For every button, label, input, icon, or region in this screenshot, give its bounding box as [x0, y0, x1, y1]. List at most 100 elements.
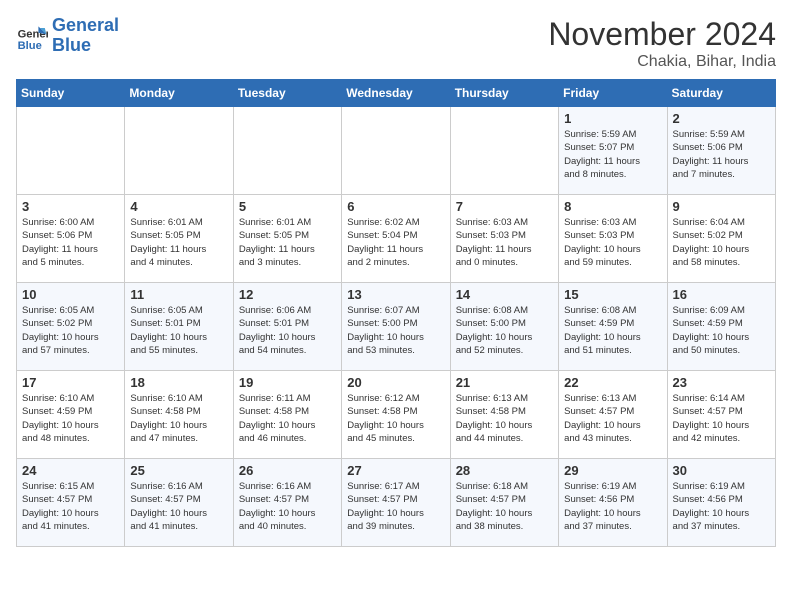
day-info: Sunrise: 6:14 AM Sunset: 4:57 PM Dayligh… [673, 392, 770, 445]
day-number: 5 [239, 199, 336, 214]
day-info: Sunrise: 5:59 AM Sunset: 5:06 PM Dayligh… [673, 128, 770, 181]
day-number: 18 [130, 375, 227, 390]
day-number: 8 [564, 199, 661, 214]
day-info: Sunrise: 6:07 AM Sunset: 5:00 PM Dayligh… [347, 304, 444, 357]
day-number: 12 [239, 287, 336, 302]
day-number: 11 [130, 287, 227, 302]
calendar-week-row: 1 Sunrise: 5:59 AM Sunset: 5:07 PM Daylig… [17, 107, 776, 195]
calendar-cell: 20 Sunrise: 6:12 AM Sunset: 4:58 PM Dayli… [342, 371, 450, 459]
calendar-cell [342, 107, 450, 195]
day-number: 29 [564, 463, 661, 478]
calendar-week-row: 10 Sunrise: 6:05 AM Sunset: 5:02 PM Dayli… [17, 283, 776, 371]
svg-text:Blue: Blue [18, 40, 42, 52]
logo-text-line2: Blue [52, 36, 119, 56]
calendar-cell: 30 Sunrise: 6:19 AM Sunset: 4:56 PM Dayli… [667, 459, 775, 547]
calendar-cell: 11 Sunrise: 6:05 AM Sunset: 5:01 PM Dayli… [125, 283, 233, 371]
calendar-cell: 18Sunrise: 6:10 AM Sunset: 4:58 PM Dayli… [125, 371, 233, 459]
calendar-cell: 10 Sunrise: 6:05 AM Sunset: 5:02 PM Dayli… [17, 283, 125, 371]
logo-text-line1: General [52, 16, 119, 36]
calendar-cell [17, 107, 125, 195]
logo: General Blue General Blue [16, 16, 119, 56]
day-info: Sunrise: 6:01 AM Sunset: 5:05 PM Dayligh… [239, 216, 336, 269]
calendar-cell [233, 107, 341, 195]
calendar-cell: 7 Sunrise: 6:03 AM Sunset: 5:03 PM Daylig… [450, 195, 558, 283]
day-number: 22 [564, 375, 661, 390]
day-number: 25 [130, 463, 227, 478]
day-number: 2 [673, 111, 770, 126]
page-header: General Blue General Blue November 2024 … [16, 16, 776, 71]
day-info: Sunrise: 6:17 AM Sunset: 4:57 PM Dayligh… [347, 480, 444, 533]
calendar-cell [125, 107, 233, 195]
day-number: 6 [347, 199, 444, 214]
day-info: Sunrise: 6:01 AM Sunset: 5:05 PM Dayligh… [130, 216, 227, 269]
calendar-cell: 19Sunrise: 6:11 AM Sunset: 4:58 PM Dayli… [233, 371, 341, 459]
day-info: Sunrise: 5:59 AM Sunset: 5:07 PM Dayligh… [564, 128, 661, 181]
day-number: 23 [673, 375, 770, 390]
calendar-cell: 3 Sunrise: 6:00 AM Sunset: 5:06 PM Daylig… [17, 195, 125, 283]
day-number: 15 [564, 287, 661, 302]
day-number: 27 [347, 463, 444, 478]
day-number: 4 [130, 199, 227, 214]
day-info: Sunrise: 6:10 AM Sunset: 4:59 PM Dayligh… [22, 392, 119, 445]
calendar-week-row: 24Sunrise: 6:15 AM Sunset: 4:57 PM Dayli… [17, 459, 776, 547]
day-number: 17 [22, 375, 119, 390]
calendar-cell: 21Sunrise: 6:13 AM Sunset: 4:58 PM Dayli… [450, 371, 558, 459]
day-info: Sunrise: 6:11 AM Sunset: 4:58 PM Dayligh… [239, 392, 336, 445]
day-number: 1 [564, 111, 661, 126]
day-info: Sunrise: 6:06 AM Sunset: 5:01 PM Dayligh… [239, 304, 336, 357]
day-number: 7 [456, 199, 553, 214]
day-info: Sunrise: 6:04 AM Sunset: 5:02 PM Dayligh… [673, 216, 770, 269]
day-info: Sunrise: 6:03 AM Sunset: 5:03 PM Dayligh… [456, 216, 553, 269]
calendar-cell: 12 Sunrise: 6:06 AM Sunset: 5:01 PM Dayli… [233, 283, 341, 371]
day-info: Sunrise: 6:13 AM Sunset: 4:57 PM Dayligh… [564, 392, 661, 445]
calendar-week-row: 3 Sunrise: 6:00 AM Sunset: 5:06 PM Daylig… [17, 195, 776, 283]
calendar-cell: 5 Sunrise: 6:01 AM Sunset: 5:05 PM Daylig… [233, 195, 341, 283]
calendar-cell: 8 Sunrise: 6:03 AM Sunset: 5:03 PM Daylig… [559, 195, 667, 283]
day-info: Sunrise: 6:05 AM Sunset: 5:02 PM Dayligh… [22, 304, 119, 357]
day-info: Sunrise: 6:09 AM Sunset: 4:59 PM Dayligh… [673, 304, 770, 357]
weekday-header-tuesday: Tuesday [233, 80, 341, 107]
day-number: 13 [347, 287, 444, 302]
weekday-header-monday: Monday [125, 80, 233, 107]
day-number: 16 [673, 287, 770, 302]
weekday-header-saturday: Saturday [667, 80, 775, 107]
location-subtitle: Chakia, Bihar, India [548, 53, 776, 71]
calendar-cell: 25Sunrise: 6:16 AM Sunset: 4:57 PM Dayli… [125, 459, 233, 547]
calendar-cell: 16 Sunrise: 6:09 AM Sunset: 4:59 PM Dayli… [667, 283, 775, 371]
day-info: Sunrise: 6:00 AM Sunset: 5:06 PM Dayligh… [22, 216, 119, 269]
day-info: Sunrise: 6:12 AM Sunset: 4:58 PM Dayligh… [347, 392, 444, 445]
day-number: 9 [673, 199, 770, 214]
calendar-cell [450, 107, 558, 195]
weekday-header-row: SundayMondayTuesdayWednesdayThursdayFrid… [17, 80, 776, 107]
calendar-table: SundayMondayTuesdayWednesdayThursdayFrid… [16, 79, 776, 547]
day-number: 26 [239, 463, 336, 478]
calendar-cell: 29Sunrise: 6:19 AM Sunset: 4:56 PM Dayli… [559, 459, 667, 547]
weekday-header-thursday: Thursday [450, 80, 558, 107]
day-number: 30 [673, 463, 770, 478]
month-title: November 2024 [548, 16, 776, 53]
day-number: 20 [347, 375, 444, 390]
calendar-cell: 6 Sunrise: 6:02 AM Sunset: 5:04 PM Daylig… [342, 195, 450, 283]
weekday-header-friday: Friday [559, 80, 667, 107]
day-info: Sunrise: 6:02 AM Sunset: 5:04 PM Dayligh… [347, 216, 444, 269]
day-info: Sunrise: 6:05 AM Sunset: 5:01 PM Dayligh… [130, 304, 227, 357]
calendar-cell: 17 Sunrise: 6:10 AM Sunset: 4:59 PM Dayli… [17, 371, 125, 459]
calendar-cell: 23 Sunrise: 6:14 AM Sunset: 4:57 PM Dayli… [667, 371, 775, 459]
weekday-header-sunday: Sunday [17, 80, 125, 107]
day-info: Sunrise: 6:08 AM Sunset: 5:00 PM Dayligh… [456, 304, 553, 357]
calendar-cell: 15 Sunrise: 6:08 AM Sunset: 4:59 PM Dayli… [559, 283, 667, 371]
calendar-week-row: 17 Sunrise: 6:10 AM Sunset: 4:59 PM Dayli… [17, 371, 776, 459]
calendar-cell: 2 Sunrise: 5:59 AM Sunset: 5:06 PM Daylig… [667, 107, 775, 195]
day-info: Sunrise: 6:16 AM Sunset: 4:57 PM Dayligh… [239, 480, 336, 533]
calendar-cell: 4 Sunrise: 6:01 AM Sunset: 5:05 PM Daylig… [125, 195, 233, 283]
day-info: Sunrise: 6:08 AM Sunset: 4:59 PM Dayligh… [564, 304, 661, 357]
calendar-cell: 14Sunrise: 6:08 AM Sunset: 5:00 PM Dayli… [450, 283, 558, 371]
day-number: 28 [456, 463, 553, 478]
calendar-cell: 24Sunrise: 6:15 AM Sunset: 4:57 PM Dayli… [17, 459, 125, 547]
day-info: Sunrise: 6:03 AM Sunset: 5:03 PM Dayligh… [564, 216, 661, 269]
day-number: 24 [22, 463, 119, 478]
logo-icon: General Blue [16, 20, 48, 52]
day-info: Sunrise: 6:19 AM Sunset: 4:56 PM Dayligh… [673, 480, 770, 533]
day-number: 10 [22, 287, 119, 302]
day-number: 3 [22, 199, 119, 214]
